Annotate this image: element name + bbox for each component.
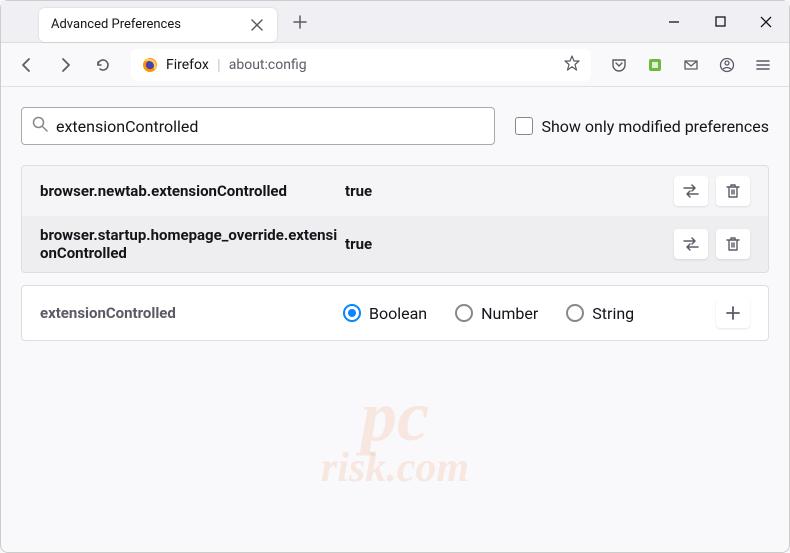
titlebar: Advanced Preferences — [1, 1, 789, 43]
type-number[interactable]: Number — [455, 304, 538, 323]
watermark-top: pc — [361, 376, 429, 456]
urlbar-text: about:config — [229, 57, 556, 73]
browser-tab[interactable]: Advanced Preferences — [39, 8, 277, 42]
search-box[interactable] — [21, 107, 495, 145]
account-icon[interactable] — [711, 49, 743, 81]
watermark: pc risk.com — [1, 375, 789, 492]
checkbox-label: Show only modified preferences — [541, 117, 769, 136]
tab-title: Advanced Preferences — [51, 17, 241, 32]
new-tab-button[interactable] — [285, 7, 315, 37]
forward-button[interactable] — [49, 49, 81, 81]
radio-icon — [343, 304, 361, 322]
checkbox-icon — [515, 117, 533, 135]
firefox-icon — [142, 57, 158, 73]
radio-icon — [566, 304, 584, 322]
reload-button[interactable] — [87, 49, 119, 81]
type-options: Boolean Number String — [343, 304, 716, 323]
delete-button[interactable] — [716, 176, 750, 206]
pref-name: browser.newtab.extensionControlled — [40, 182, 345, 200]
extension-icon[interactable] — [639, 49, 671, 81]
pref-row[interactable]: browser.startup.homepage_override.extens… — [22, 216, 768, 272]
watermark-sub: risk.com — [1, 444, 789, 492]
delete-button[interactable] — [716, 229, 750, 259]
add-button[interactable] — [716, 298, 750, 328]
minimize-button[interactable] — [651, 1, 697, 43]
toolbar-icons — [603, 49, 779, 81]
pref-row[interactable]: browser.newtab.extensionControlled true — [22, 166, 768, 216]
new-pref-name: extensionControlled — [40, 304, 343, 322]
urlbar-separator: | — [217, 55, 221, 74]
show-modified-toggle[interactable]: Show only modified preferences — [515, 117, 769, 136]
menu-icon[interactable] — [747, 49, 779, 81]
search-icon — [32, 116, 48, 136]
window-controls — [651, 1, 789, 43]
content-area: Show only modified preferences browser.n… — [1, 87, 789, 361]
pocket-icon[interactable] — [603, 49, 635, 81]
type-string[interactable]: String — [566, 304, 634, 323]
close-icon[interactable] — [249, 17, 265, 33]
pref-actions — [674, 229, 750, 259]
toggle-button[interactable] — [674, 229, 708, 259]
tab-list: Advanced Preferences — [39, 2, 315, 42]
close-window-button[interactable] — [743, 1, 789, 43]
pref-value: true — [345, 235, 674, 253]
type-boolean[interactable]: Boolean — [343, 304, 427, 323]
url-bar[interactable]: Firefox | about:config — [131, 49, 591, 81]
navbar: Firefox | about:config — [1, 43, 789, 87]
pref-value: true — [345, 182, 674, 200]
new-pref-row: extensionControlled Boolean Number Strin… — [21, 285, 769, 341]
radio-icon — [455, 304, 473, 322]
pref-name: browser.startup.homepage_override.extens… — [40, 226, 345, 262]
mail-icon[interactable] — [675, 49, 707, 81]
search-input[interactable] — [56, 117, 484, 136]
type-label: Boolean — [369, 304, 427, 323]
urlbar-prefix: Firefox — [166, 57, 209, 73]
bookmark-star-icon[interactable] — [564, 55, 580, 75]
pref-table: browser.newtab.extensionControlled true … — [21, 165, 769, 273]
maximize-button[interactable] — [697, 1, 743, 43]
pref-actions — [674, 176, 750, 206]
toggle-button[interactable] — [674, 176, 708, 206]
type-label: Number — [481, 304, 538, 323]
back-button[interactable] — [11, 49, 43, 81]
search-row: Show only modified preferences — [21, 107, 769, 145]
type-label: String — [592, 304, 634, 323]
